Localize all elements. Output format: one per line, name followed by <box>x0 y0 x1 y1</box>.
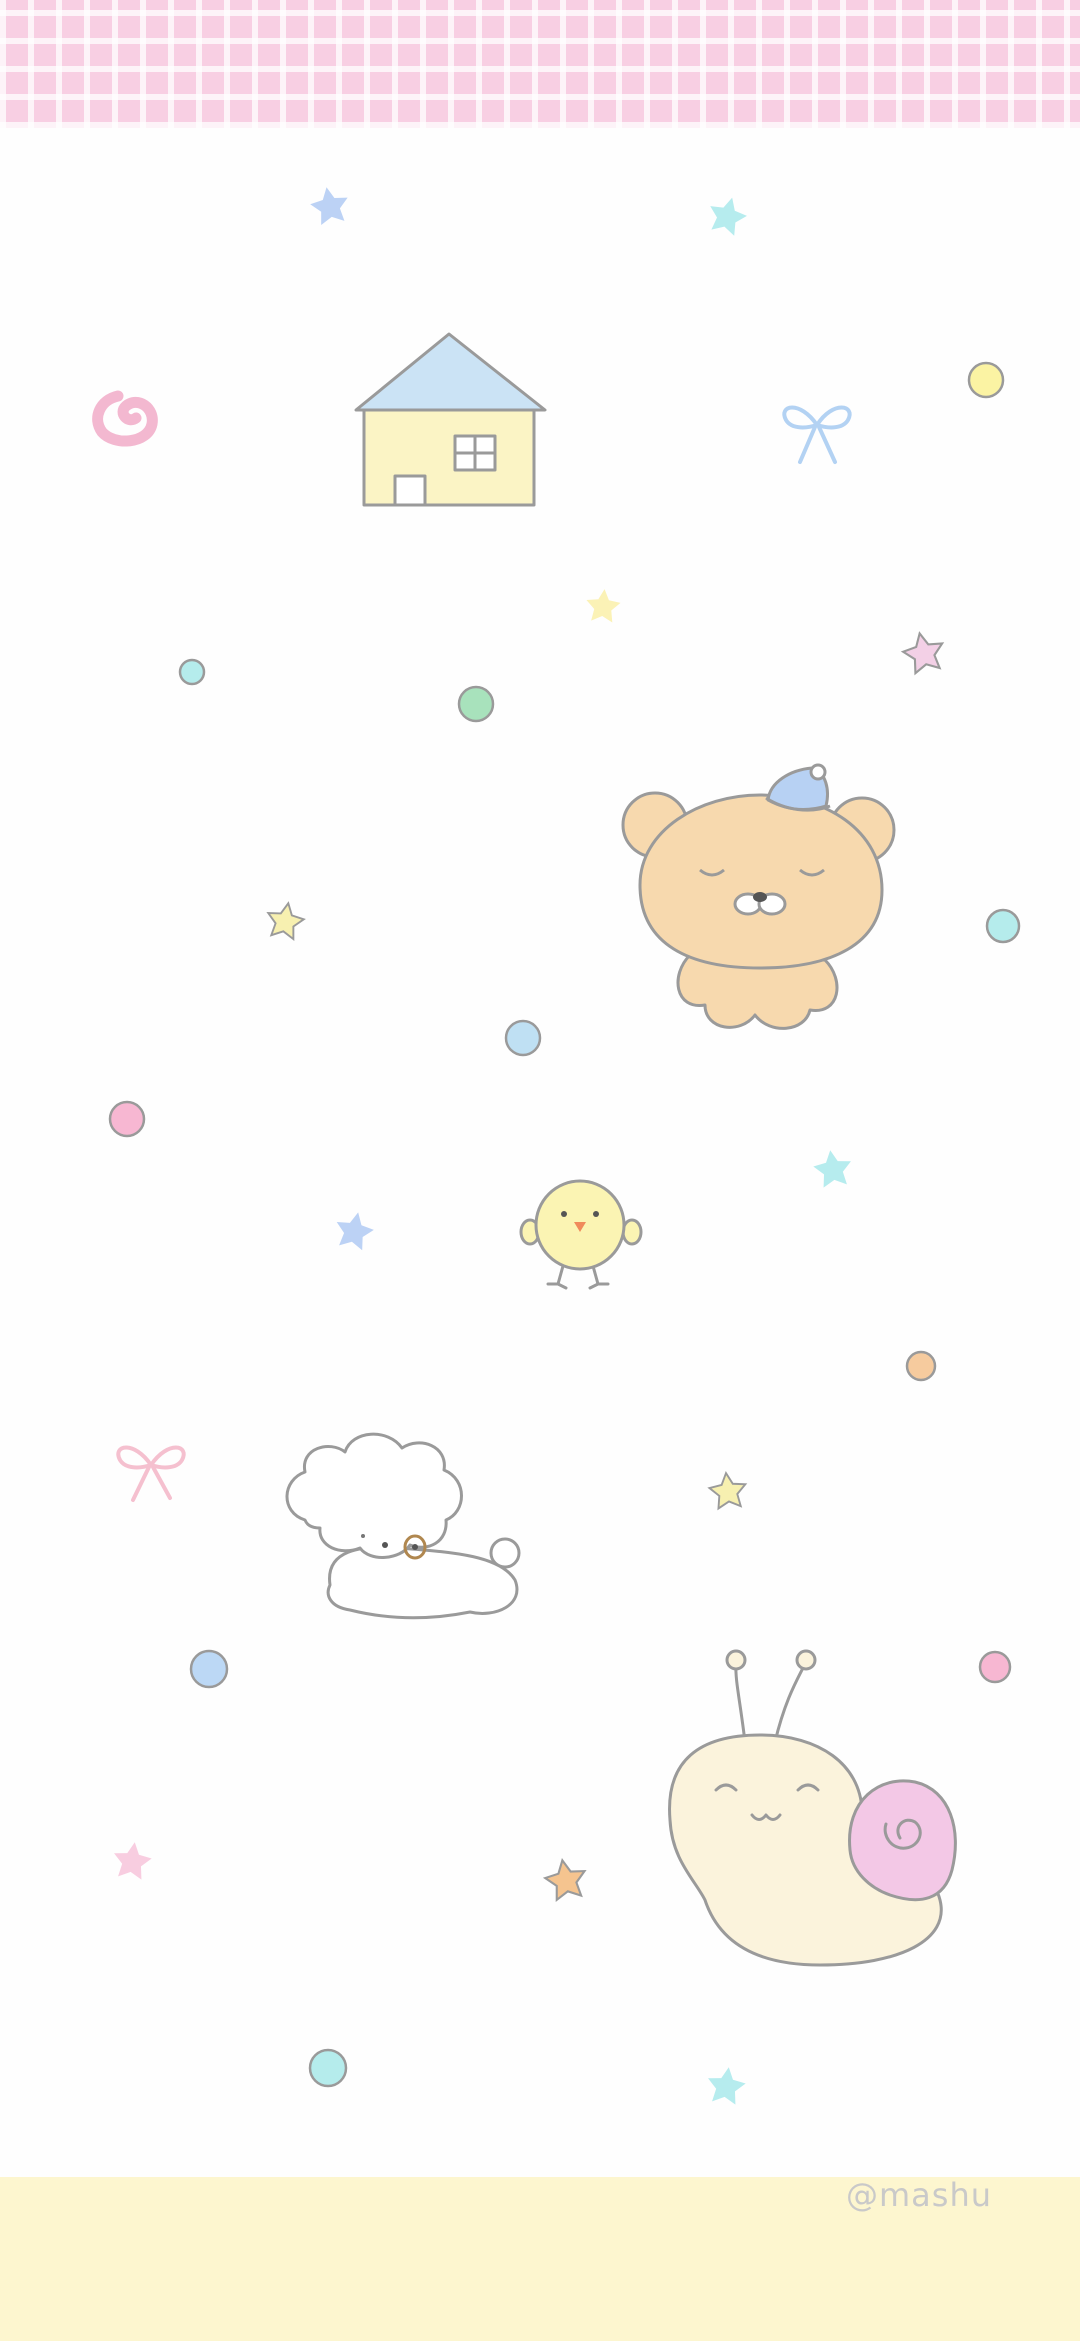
chick-icon <box>519 1179 643 1290</box>
dot-icon <box>189 1649 229 1689</box>
star-icon <box>811 1147 855 1189</box>
dot-icon <box>308 2048 348 2088</box>
dot-icon <box>178 658 206 686</box>
star-icon <box>704 192 751 238</box>
ribbon-icon <box>782 405 852 464</box>
wallpaper: @mashu <box>0 0 1080 2341</box>
bear-with-nightcap-icon <box>621 763 896 1030</box>
dot-icon <box>967 361 1005 399</box>
dot-icon <box>978 1650 1012 1684</box>
dot-icon <box>985 908 1021 944</box>
star-icon <box>332 1208 377 1252</box>
star-icon <box>707 1470 749 1511</box>
star-icon <box>899 628 949 676</box>
star-icon <box>263 899 308 942</box>
star-icon <box>541 1855 590 1903</box>
star-icon <box>704 2064 748 2106</box>
dot-icon <box>905 1350 937 1382</box>
star-icon <box>307 184 352 227</box>
star-icon <box>110 1839 154 1881</box>
puppy-icon <box>285 1432 521 1620</box>
ribbon-icon <box>116 1445 186 1502</box>
swirl-icon <box>92 390 158 447</box>
dot-icon <box>457 685 495 723</box>
illustration-layer <box>92 184 1021 2106</box>
star-icon <box>584 587 622 624</box>
snail-icon <box>668 1649 957 1967</box>
dot-icon <box>504 1019 542 1057</box>
house-icon <box>354 332 547 507</box>
artist-signature: @mashu <box>846 2176 993 2214</box>
dot-icon <box>108 1100 146 1138</box>
